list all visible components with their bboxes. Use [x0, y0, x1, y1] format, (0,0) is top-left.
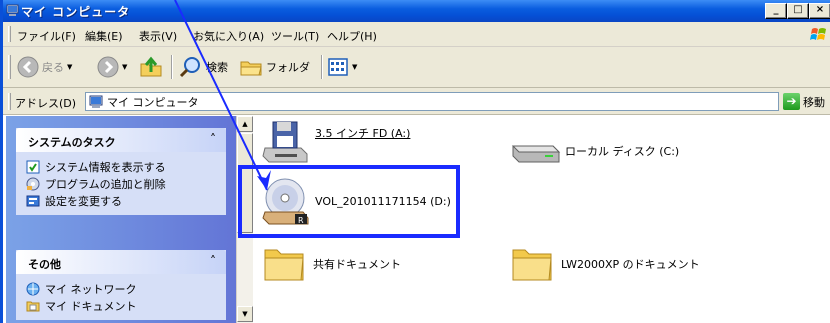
- back-arrow-icon: [17, 56, 39, 78]
- user-documents-label: LW2000XP のドキュメント: [561, 258, 700, 271]
- task-label: プログラムの追加と削除: [45, 177, 166, 191]
- window-controls: _ □ ×: [765, 3, 830, 19]
- menu-view[interactable]: 表示(V): [139, 28, 177, 44]
- address-input[interactable]: マイ コンピュータ ▼: [85, 92, 779, 111]
- menu-file[interactable]: ファイル(F): [17, 28, 76, 44]
- local-disk-label: ローカル ディスク (C:): [565, 145, 680, 158]
- back-button[interactable]: 戻る ▼: [17, 55, 72, 79]
- toolbar-separator: [171, 55, 173, 79]
- menu-tools[interactable]: ツール(T): [271, 28, 319, 44]
- collapse-chevron-icon[interactable]: ˄: [210, 254, 216, 268]
- menu-grip[interactable]: [8, 26, 11, 42]
- views-icon: [328, 58, 348, 76]
- toolbar-grip[interactable]: [8, 55, 11, 79]
- go-label: 移動: [803, 95, 825, 109]
- floppy-drive-label: 3.5 インチ FD (A:): [315, 127, 411, 140]
- my-documents-icon: [26, 301, 40, 311]
- scroll-up-button[interactable]: ▲: [237, 116, 253, 132]
- menu-bar: ファイル(F) 編集(E) 表示(V) お気に入り(A) ツール(T) ヘルプ(…: [3, 22, 830, 47]
- address-grip[interactable]: [8, 93, 11, 110]
- menu-help[interactable]: ヘルプ(H): [327, 28, 377, 44]
- shared-documents-label: 共有ドキュメント: [313, 258, 401, 271]
- window-title: マイ コンピュータ: [21, 5, 131, 19]
- search-button[interactable]: 検索: [179, 55, 228, 79]
- local-disk-item[interactable]: ローカル ディスク (C:): [509, 136, 679, 166]
- standard-toolbar: 戻る ▼ ▼ 検索 フォルダ ▼: [3, 47, 830, 88]
- floppy-drive-item[interactable]: 3.5 インチ FD (A:): [261, 120, 410, 164]
- task-label: マイ ネットワーク: [45, 282, 137, 296]
- up-folder-button[interactable]: [139, 55, 163, 79]
- my-network-icon: [26, 282, 40, 295]
- system-tasks-group: システムのタスク ˄ システム情報を表示する プログラムの追加と削除 設定を変更…: [16, 128, 226, 215]
- floppy-drive-icon: [262, 121, 308, 163]
- up-folder-icon: [140, 56, 162, 77]
- title-bar[interactable]: マイ コンピュータ _ □ ×: [3, 0, 830, 22]
- views-button[interactable]: ▼: [327, 55, 357, 79]
- explorer-window: マイ コンピュータ _ □ × ファイル(F) 編集(E) 表示(V) お気に入…: [0, 0, 830, 323]
- back-dropdown-icon[interactable]: ▼: [67, 63, 72, 71]
- my-computer-icon: [6, 4, 19, 16]
- task-change-settings[interactable]: 設定を変更する: [26, 192, 226, 209]
- menu-favorites[interactable]: お気に入り(A): [193, 28, 264, 44]
- forward-dropdown-icon[interactable]: ▼: [122, 63, 127, 71]
- forward-arrow-icon: [97, 56, 119, 78]
- folder-icon: [264, 249, 304, 281]
- views-dropdown-icon[interactable]: ▼: [352, 63, 357, 71]
- highlight-box: [238, 165, 460, 238]
- task-label: システム情報を表示する: [45, 160, 166, 174]
- scroll-down-button[interactable]: ▼: [237, 306, 253, 322]
- hard-disk-icon: [511, 145, 561, 163]
- user-documents-item[interactable]: LW2000XP のドキュメント: [509, 244, 700, 284]
- folder-icon: [512, 249, 552, 281]
- folders-button[interactable]: フォルダ: [239, 55, 310, 79]
- menu-edit[interactable]: 編集(E): [85, 28, 123, 44]
- task-pane: システムのタスク ˄ システム情報を表示する プログラムの追加と削除 設定を変更…: [6, 116, 236, 323]
- other-places-body: マイ ネットワーク マイ ドキュメント: [16, 274, 226, 320]
- add-remove-programs-icon: [26, 177, 40, 190]
- toolbar-separator: [321, 55, 323, 79]
- search-icon: [179, 57, 200, 78]
- task-view-system-info[interactable]: システム情報を表示する: [26, 158, 226, 175]
- folders-icon: [240, 61, 262, 76]
- back-label: 戻る: [42, 61, 64, 74]
- task-my-documents[interactable]: マイ ドキュメント: [26, 297, 226, 314]
- address-value: マイ コンピュータ: [107, 95, 199, 109]
- folders-label: フォルダ: [266, 61, 310, 74]
- shared-documents-item[interactable]: 共有ドキュメント: [261, 244, 401, 284]
- other-places-header[interactable]: その他 ˄: [16, 250, 226, 274]
- system-tasks-title: システムのタスク: [28, 136, 116, 149]
- control-panel-icon: [26, 195, 40, 206]
- windows-flag-icon: [810, 28, 826, 40]
- collapse-chevron-icon[interactable]: ˄: [210, 132, 216, 146]
- system-tasks-header[interactable]: システムのタスク ˄: [16, 128, 226, 152]
- task-label: 設定を変更する: [45, 194, 122, 208]
- close-button[interactable]: ×: [809, 3, 830, 19]
- system-tasks-body: システム情報を表示する プログラムの追加と削除 設定を変更する: [16, 152, 226, 215]
- task-label: マイ ドキュメント: [45, 299, 137, 313]
- my-computer-icon: [89, 95, 103, 108]
- go-arrow-icon: ➔: [783, 93, 800, 110]
- address-bar: アドレス(D) マイ コンピュータ ▼ ➔ 移動: [3, 88, 830, 115]
- search-label: 検索: [206, 61, 228, 74]
- go-button[interactable]: ➔ 移動: [783, 93, 825, 110]
- task-add-remove-programs[interactable]: プログラムの追加と削除: [26, 175, 226, 192]
- task-my-network[interactable]: マイ ネットワーク: [26, 280, 226, 297]
- system-info-icon: [26, 160, 40, 173]
- other-places-title: その他: [28, 258, 61, 271]
- forward-button[interactable]: ▼: [97, 55, 127, 79]
- minimize-button[interactable]: _: [765, 3, 787, 19]
- maximize-button[interactable]: □: [787, 3, 809, 19]
- other-places-group: その他 ˄ マイ ネットワーク マイ ドキュメント: [16, 250, 226, 320]
- address-label: アドレス(D): [15, 97, 77, 110]
